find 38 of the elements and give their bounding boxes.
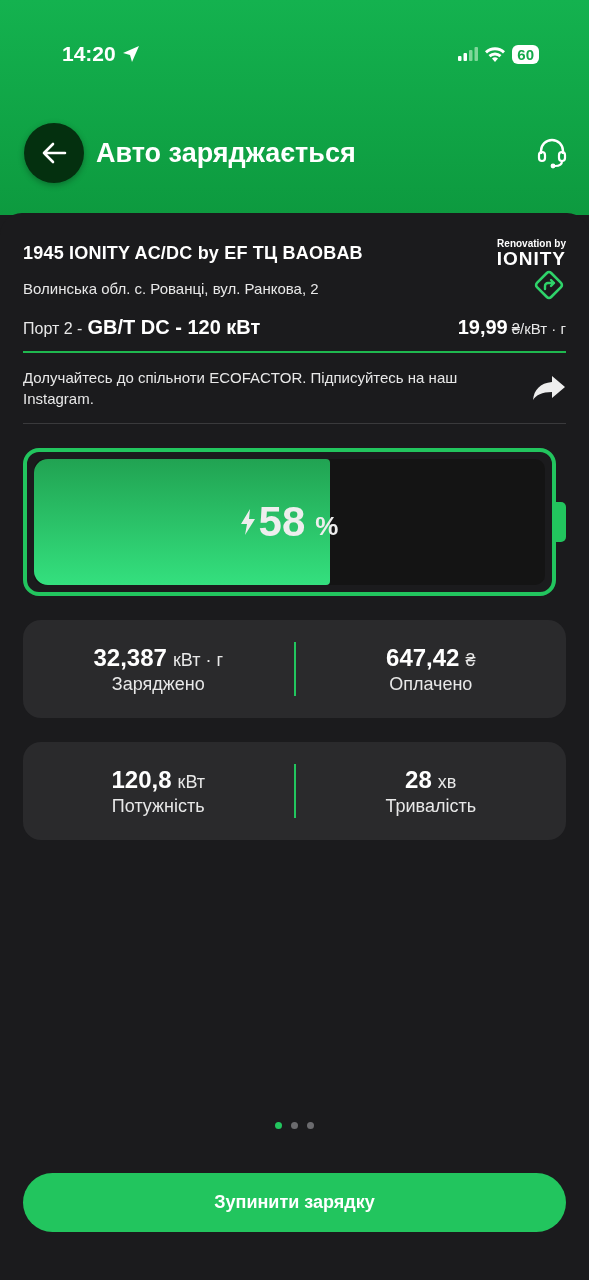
wifi-icon <box>484 46 507 62</box>
stat-value: 647,42 <box>386 643 460 672</box>
directions-icon[interactable] <box>532 268 566 302</box>
stat-label: Потужність <box>111 795 205 817</box>
stat-unit: ₴ <box>465 649 476 671</box>
stat-unit: хв <box>437 771 457 793</box>
brand-logo: IONITY <box>496 249 566 268</box>
logo-caption: Renovation by <box>497 239 566 249</box>
stat-label: Тривалість <box>385 795 476 817</box>
port-connector: GB/T DC - 120 кВт <box>87 316 261 338</box>
back-button[interactable] <box>24 123 84 183</box>
page-dot[interactable] <box>291 1122 298 1129</box>
stat-label: Заряджено <box>111 673 205 695</box>
promo-text: Долучайтесь до спільноти ECOFACTOR. Підписуйтесь на наш Instagram. <box>23 368 459 409</box>
stat-unit: кВт <box>177 771 206 793</box>
location-arrow-icon <box>121 45 140 63</box>
stat-value: 120,8 <box>111 765 172 794</box>
stop-charging-button[interactable]: Зупинити зарядку <box>23 1173 566 1232</box>
price-unit: ₴/кВт · г <box>511 320 566 337</box>
support-headset-icon[interactable] <box>537 137 567 169</box>
share-arrow-icon[interactable] <box>532 375 566 401</box>
stat-value: 32,387 <box>93 643 167 672</box>
stat-value: 28 <box>405 765 432 794</box>
page-dot[interactable] <box>307 1122 314 1129</box>
charge-percent: 58 <box>258 498 306 546</box>
price-value: 19,99 <box>457 316 508 338</box>
page-dot[interactable] <box>275 1122 282 1129</box>
status-time: 14:20 <box>62 42 116 66</box>
station-address: Волинська обл. с. Рованці, вул. Ранкова, 2 <box>23 279 319 297</box>
stat-unit: кВт · г <box>172 649 223 671</box>
back-arrow-icon <box>41 142 67 164</box>
station-name: 1945 IONITY AC/DC by EF ТЦ BAOBAB <box>23 243 363 264</box>
screen-title: Авто заряджається <box>96 137 357 169</box>
port-label: Порт 2 - <box>23 320 83 337</box>
stat-label: Оплачено <box>389 673 473 695</box>
battery-level: 60 <box>512 44 539 64</box>
signal-icon <box>458 47 479 61</box>
lightning-icon <box>240 509 255 535</box>
